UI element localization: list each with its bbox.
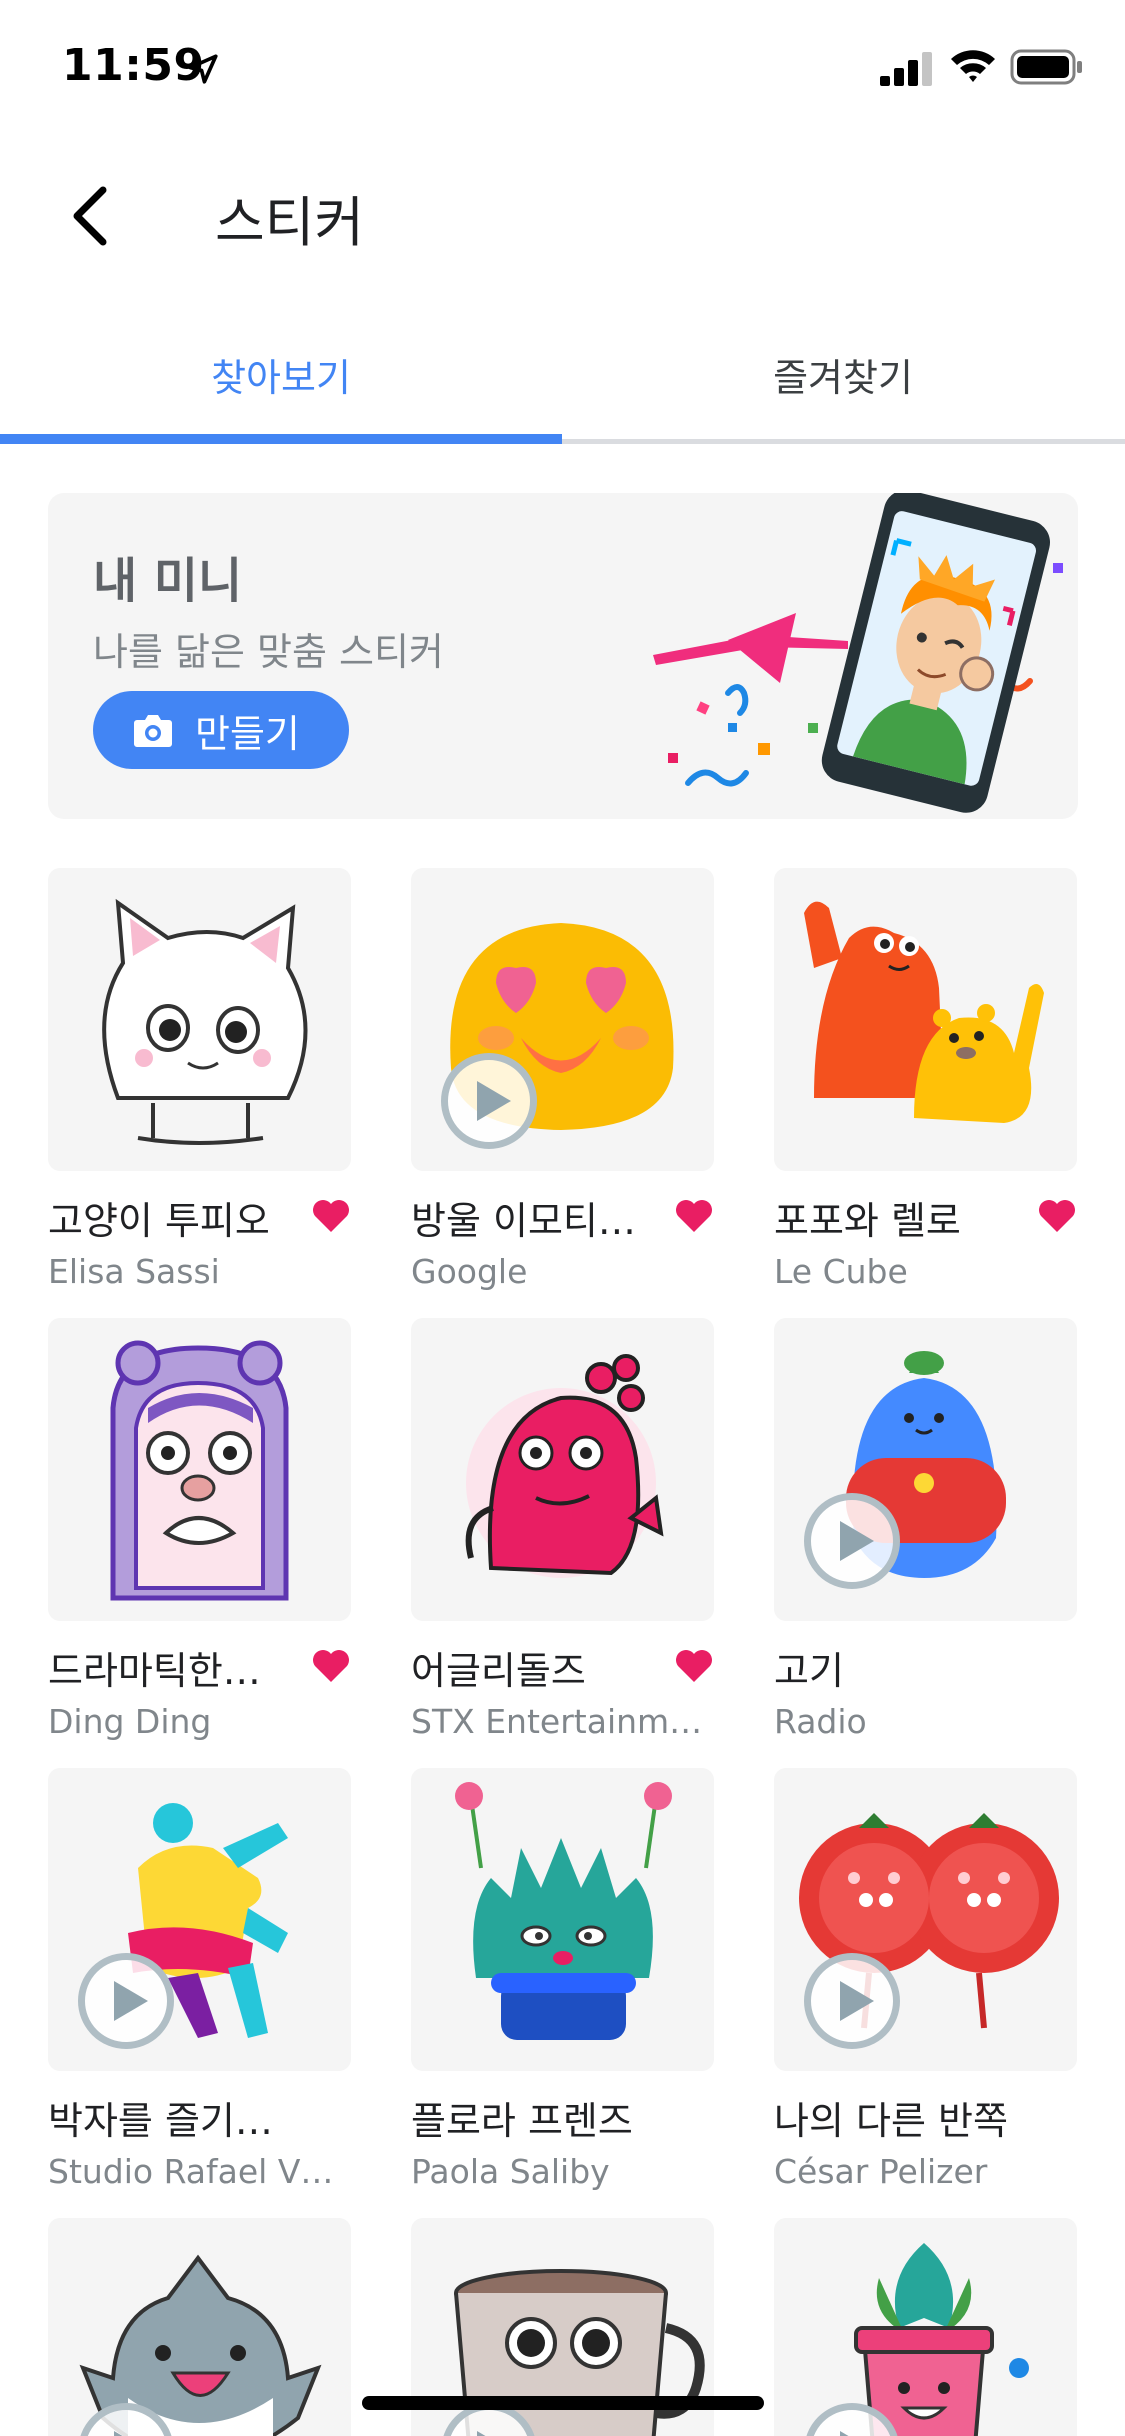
sticker-author: Elisa Sassi — [48, 1252, 220, 1291]
favorite-heart-icon[interactable] — [311, 1198, 351, 1234]
page-title: 스티커 — [215, 191, 365, 254]
sticker-name: 방울 이모티… — [411, 1199, 636, 1243]
create-button-label: 만들기 — [195, 711, 300, 756]
sticker-author: Ding Ding — [48, 1702, 212, 1741]
play-icon — [840, 1981, 874, 2021]
sticker-name: 나의 다른 반쪽 — [774, 2099, 1008, 2143]
back-arrow-icon — [73, 186, 107, 246]
sticker-name: 박자를 즐기… — [48, 2099, 273, 2143]
play-button[interactable] — [78, 1953, 174, 2049]
tab-favorites[interactable]: 즐겨찾기 — [562, 310, 1124, 439]
sticker-thumbnail[interactable] — [411, 1768, 714, 2071]
dramatic-sticker-image — [110, 1340, 289, 1601]
sticker-thumbnail[interactable] — [48, 868, 351, 1171]
sticker-thumbnail[interactable] — [48, 2218, 351, 2436]
sticker-thumbnail[interactable] — [48, 1768, 351, 2071]
my-mini-illustration — [653, 493, 1063, 813]
play-icon — [477, 1081, 511, 1121]
sticker-author: Paola Saliby — [411, 2152, 610, 2191]
sticker-author: Google — [411, 1252, 528, 1291]
sticker-thumbnail[interactable] — [774, 868, 1077, 1171]
sticker-author: César Pelizer — [774, 2152, 988, 2191]
promo-title: 내 미니 — [93, 553, 243, 609]
uglydolls-sticker-image — [465, 1354, 664, 1578]
plant-pot-sticker-image — [854, 2243, 1029, 2436]
sticker-name: 플로라 프렌즈 — [411, 2099, 633, 2143]
sticker-author: Le Cube — [774, 1252, 908, 1291]
bears-sticker-image — [804, 901, 1044, 1123]
sticker-name: 고양이 투피오 — [48, 1199, 270, 1243]
my-mini-promo-card[interactable]: 내 미니 나를 닮은 맞춤 스티커 만들기 — [48, 493, 1078, 819]
favorite-heart-icon[interactable] — [674, 1198, 714, 1234]
tab-browse[interactable]: 찾아보기 — [0, 310, 562, 439]
play-icon — [114, 1981, 148, 2021]
sticker-author: STX Entertainm… — [411, 1702, 703, 1741]
play-icon — [840, 1521, 874, 1561]
sticker-author: Studio Rafael V… — [48, 2152, 334, 2191]
play-button[interactable] — [441, 1053, 537, 1149]
camera-icon — [134, 715, 172, 747]
back-button[interactable] — [50, 176, 130, 256]
app-bar: 스티커 — [0, 150, 1125, 280]
sticker-thumbnail[interactable] — [48, 1318, 351, 1621]
favorite-heart-icon[interactable] — [1037, 1198, 1077, 1234]
sticker-thumbnail[interactable] — [411, 1318, 714, 1621]
play-button[interactable] — [804, 1493, 900, 1589]
play-icon — [840, 2431, 849, 2436]
status-time: 11:59 — [62, 40, 205, 91]
tab-bar: 찾아보기 즐겨찾기 — [0, 310, 1125, 444]
sticker-name: 포포와 렐로 — [774, 1199, 961, 1243]
battery-icon — [1010, 49, 1082, 85]
location-arrow-icon — [188, 54, 218, 84]
create-button[interactable]: 만들기 — [93, 691, 349, 769]
play-button[interactable] — [804, 1953, 900, 2049]
favorite-heart-icon[interactable] — [311, 1648, 351, 1684]
sticker-name: 고기 — [774, 1649, 844, 1693]
promo-subtitle: 나를 닮은 맞춤 스티커 — [93, 630, 444, 674]
flora-friends-sticker-image — [455, 1782, 672, 2040]
sticker-thumbnail[interactable] — [774, 1768, 1077, 2071]
tab-indicator — [0, 434, 562, 444]
play-icon — [477, 2431, 486, 2436]
status-bar: 11:59 — [0, 0, 1125, 132]
sticker-author: Radio — [774, 1702, 867, 1741]
sticker-thumbnail[interactable] — [774, 2218, 1077, 2436]
sticker-name: 드라마틱한… — [48, 1649, 261, 1693]
play-icon — [114, 2431, 123, 2436]
cellular-signal-icon — [880, 52, 932, 86]
wifi-icon — [951, 50, 995, 82]
sticker-name: 어글리돌즈 — [411, 1649, 586, 1693]
shark-sticker-image — [79, 2254, 322, 2436]
sticker-thumbnail[interactable] — [774, 1318, 1077, 1621]
cat-sticker-image — [102, 898, 308, 1145]
sticker-thumbnail[interactable] — [411, 868, 714, 1171]
favorite-heart-icon[interactable] — [674, 1648, 714, 1684]
home-indicator[interactable] — [362, 2396, 764, 2410]
